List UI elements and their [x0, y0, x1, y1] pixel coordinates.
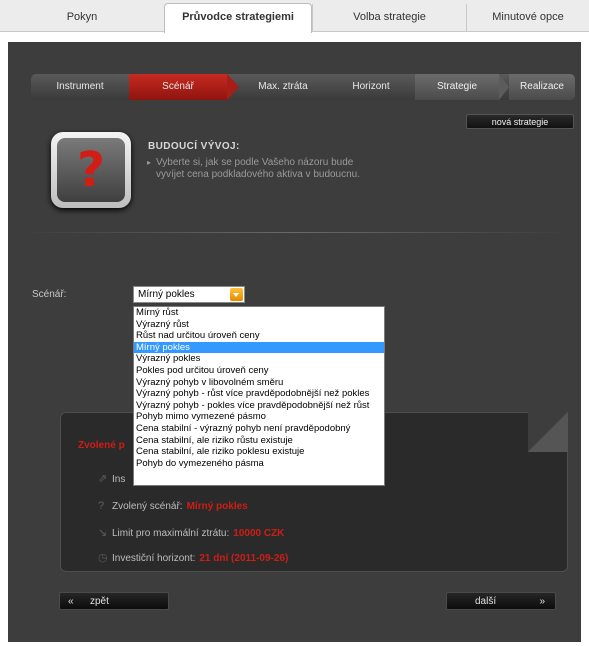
back-arrow-icon: «: [68, 596, 74, 607]
scenario-option[interactable]: Cena stabilní - výrazný pohyb není pravd…: [134, 423, 384, 435]
scenario-select-value: Mírný pokles: [138, 289, 195, 300]
summary-horizon-row: ◷ Investiční horizont: 21 dní (2011-09-26): [98, 551, 288, 564]
scenario-option[interactable]: Cena stabilní, ale riziko poklesu existu…: [134, 446, 384, 458]
tab-pruvodce-strategiemi[interactable]: Průvodce strategiemi: [164, 3, 312, 33]
scenario-summary-value: Mírný pokles: [186, 501, 248, 512]
next-button[interactable]: další »: [446, 592, 556, 610]
section-divider: [20, 232, 569, 233]
back-button[interactable]: « zpět: [59, 592, 169, 610]
step-arrow: [499, 74, 509, 100]
summary-scenario-row: ? Zvolený scénář: Mírný pokles: [98, 500, 248, 512]
tab-minutove-opce[interactable]: Minutové opce: [466, 4, 589, 32]
loss-icon: ↘: [98, 527, 108, 539]
tab-volba-strategie[interactable]: Volba strategie: [312, 4, 466, 32]
scenario-option[interactable]: Cena stabilní, ale riziko růstu existuje: [134, 435, 384, 447]
scenario-select[interactable]: Mírný pokles: [133, 286, 245, 303]
step-strategie[interactable]: Strategie: [415, 74, 499, 100]
main-tab-bar: Pokyn Průvodce strategiemi Volba strateg…: [0, 0, 589, 33]
step-instrument[interactable]: Instrument: [31, 74, 129, 100]
chevron-down-icon[interactable]: [230, 288, 243, 301]
tab-pokyn[interactable]: Pokyn: [0, 4, 164, 32]
summary-instrument-row: ⇗ Ins: [98, 472, 125, 485]
scenario-option[interactable]: Výrazný růst: [134, 319, 384, 331]
scenario-option[interactable]: Výrazný pohyb - pokles více pravděpodobn…: [134, 400, 384, 412]
scenario-option[interactable]: Mírný pokles: [134, 341, 384, 354]
clock-icon: ◷: [98, 552, 108, 564]
question-mark-icon: ?: [51, 132, 131, 208]
step-realizace[interactable]: Realizace: [509, 74, 575, 100]
step-heading: BUDOUCÍ VÝVOJ:: [148, 141, 240, 152]
new-strategy-button[interactable]: nová strategie: [466, 114, 574, 129]
next-label: další: [475, 596, 497, 607]
scenario-option[interactable]: Výrazný pohyb - růst více pravděpodobněj…: [134, 388, 384, 400]
horizon-value: 21 dní (2011-09-26): [199, 553, 289, 564]
scenario-option[interactable]: Pohyb do vymezeného pásma: [134, 458, 384, 470]
loss-label: Limit pro maximální ztrátu:: [112, 528, 230, 539]
scenario-option[interactable]: Pokles pod určitou úroveň ceny: [134, 365, 384, 377]
step-description: Vyberte si, jak se podle Vašeho názoru b…: [147, 157, 367, 181]
summary-loss-row: ↘ Limit pro maximální ztrátu: 10000 CZK: [98, 526, 284, 539]
step-max-ztrata[interactable]: Max. ztráta: [239, 74, 327, 100]
question-icon: ?: [98, 500, 105, 512]
step-scenar[interactable]: Scénář: [129, 74, 227, 100]
horizon-label: Investiční horizont:: [112, 553, 196, 564]
page-fold-decoration: [528, 412, 568, 452]
step-horizont[interactable]: Horizont: [327, 74, 415, 100]
scenario-summary-label: Zvolený scénář:: [112, 501, 183, 512]
step-arrow: [227, 74, 239, 100]
next-arrow-icon: »: [539, 596, 545, 607]
scenario-label: Scénář:: [32, 289, 67, 300]
scenario-dropdown-list[interactable]: Mírný růst Výrazný růst Růst nad určitou ú…: [133, 306, 385, 486]
summary-title: Zvolené p: [78, 440, 125, 451]
scenario-option[interactable]: Výrazný pohyb v libovolném směru: [134, 377, 384, 389]
instrument-icon: ⇗: [98, 473, 108, 485]
scenario-option[interactable]: Mírný růst: [134, 307, 384, 319]
instrument-label: Ins: [112, 474, 126, 485]
scenario-option[interactable]: Výrazný pokles: [134, 353, 384, 365]
wizard-steps: Instrument Scénář Max. ztráta Horizont S…: [31, 74, 575, 100]
loss-value: 10000 CZK: [233, 528, 285, 539]
scenario-option[interactable]: Pohyb mimo vymezené pásmo: [134, 411, 384, 423]
back-label: zpět: [90, 596, 109, 607]
scenario-option[interactable]: Růst nad určitou úroveň ceny: [134, 330, 384, 342]
